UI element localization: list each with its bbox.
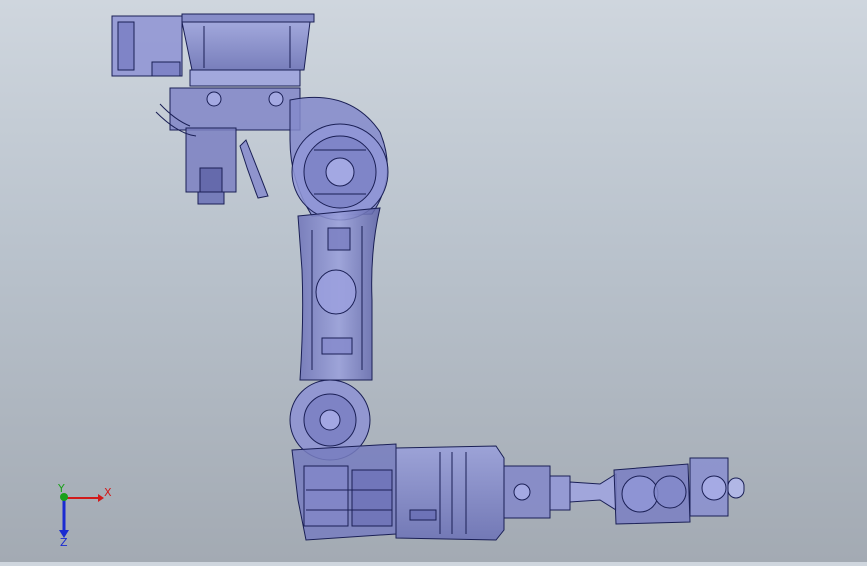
elbow-joint <box>289 379 397 541</box>
robot-arm-model[interactable]: X Y Z <box>0 0 867 562</box>
wrist-tube <box>503 465 617 519</box>
view-triad[interactable]: X Y Z <box>57 482 112 549</box>
turret-block <box>155 87 301 205</box>
z-axis-label: Z <box>60 536 68 549</box>
x-axis-label: X <box>104 486 112 499</box>
cad-graphics-viewport[interactable]: X Y Z <box>0 0 867 562</box>
shoulder-joint <box>289 96 389 221</box>
wrist-flange <box>613 457 745 525</box>
base-mount <box>111 13 315 87</box>
forearm-housing <box>395 445 505 541</box>
upper-arm <box>297 207 381 381</box>
y-axis-label: Y <box>57 482 65 495</box>
